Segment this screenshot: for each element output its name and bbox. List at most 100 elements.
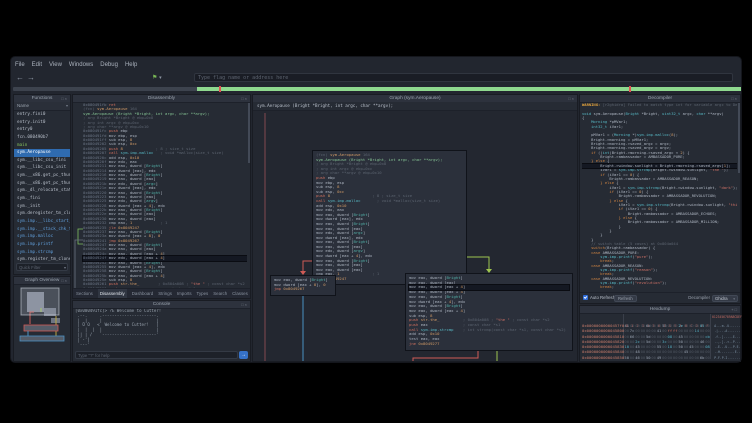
- code-line[interactable]: jne 0x8049277: [409, 342, 569, 347]
- close-icon[interactable]: ×: [65, 96, 68, 101]
- decompiler-code[interactable]: WARNING: [r2ghidra] Failed to match type…: [582, 103, 737, 295]
- function-list-item[interactable]: entry0: [14, 126, 70, 134]
- code-line[interactable]: void sym.Aeropause(Bright *Bright, uint3…: [582, 112, 737, 116]
- functions-list: entry.fini0entry.init0entry0fcn.080490b7…: [14, 111, 70, 264]
- tab-types[interactable]: Types: [197, 289, 209, 298]
- seekbar-section: [197, 87, 741, 91]
- forward-arrow-icon[interactable]: →: [26, 73, 36, 83]
- disassembly-scrollbar[interactable]: [248, 103, 250, 163]
- graph-panel: Graph (sym.Aeropause) □× sym.Aeropause (…: [252, 94, 578, 362]
- functions-name-header[interactable]: Name▾: [14, 102, 70, 111]
- hexdump-panel-title: Hexdump: [580, 306, 740, 314]
- chevron-down-icon: ▾: [159, 75, 162, 81]
- functions-panel: Functions □× Name▾ entry.fini0entry.init…: [13, 94, 71, 275]
- function-list-item[interactable]: sym.__libc_csu_init: [14, 164, 70, 172]
- flag-dropdown[interactable]: ⚑ ▾: [152, 74, 162, 81]
- console-output: [0x080491fc]> ?E Welcome to Cutter! .--.…: [75, 309, 248, 352]
- tab-search[interactable]: Search: [213, 289, 227, 298]
- decompiler-panel-title: Decompiler: [580, 95, 740, 103]
- refresh-button[interactable]: Refresh: [614, 295, 637, 302]
- chevron-down-icon: ▾: [733, 296, 735, 302]
- minimap-svg: [14, 284, 70, 361]
- graph-overview-minimap[interactable]: [14, 284, 70, 361]
- graph-node-right[interactable]: mov eax, dword [Bright]mov eax, dword [e…: [405, 273, 573, 351]
- seekbar-marker: [219, 86, 221, 92]
- function-list-item[interactable]: sym.__libc_csu_fini: [14, 157, 70, 165]
- function-list-item[interactable]: sym.Aeropause: [14, 149, 70, 157]
- hex-row[interactable]: 0x00000000000458400000480000000000000000…: [580, 346, 740, 351]
- hex-row[interactable]: 0x0000000000045800007c000000004100ffff00…: [580, 325, 740, 330]
- decompiler-engine-label: Decompiler: [688, 293, 710, 303]
- function-list-item[interactable]: sym.imp.__stack_chk_fail: [14, 226, 70, 234]
- menu-item-file[interactable]: File: [15, 60, 25, 70]
- menu-item-windows[interactable]: Windows: [69, 60, 93, 70]
- auto-refresh-checkbox[interactable]: [583, 295, 588, 300]
- filter-icon: ▾: [64, 265, 66, 270]
- menubar: File Edit View Windows Debug Help: [15, 60, 137, 70]
- decompiler-engine-select[interactable]: Ghidra▾: [712, 295, 738, 302]
- console-panel-title: Console: [73, 301, 250, 309]
- graph-overview-panel: Graph Overview □×: [13, 276, 71, 362]
- tab-strings[interactable]: Strings: [158, 289, 172, 298]
- function-list-item[interactable]: fcn.080490b7: [14, 134, 70, 142]
- tab-disassembly[interactable]: Disassembly: [98, 289, 127, 298]
- function-list-item[interactable]: main: [14, 142, 70, 150]
- hexdump-panel: Hexdump +□ 0123456789ABCDEF 0123456789AB…: [579, 305, 741, 362]
- omnibox-search-input[interactable]: [194, 73, 733, 82]
- seekbar[interactable]: [13, 87, 741, 91]
- hex-row[interactable]: 0x00000000000458505000460050004900000000…: [580, 352, 740, 357]
- graph-canvas[interactable]: (fcn) sym.Aeropause 164sym.Aeropause (Br…: [253, 111, 577, 361]
- function-list-item[interactable]: sym.imp.__libc_start_main: [14, 218, 70, 226]
- decompiler-scrollbar[interactable]: [738, 103, 740, 173]
- seekbar-marker: [629, 86, 631, 92]
- flag-icon: ⚑: [152, 75, 157, 81]
- decompiler-controls: Auto Refresh Refresh Decompiler Ghidra▾: [580, 292, 740, 303]
- tab-dashboard[interactable]: Dashboard: [132, 289, 153, 298]
- quick-filter-input[interactable]: [16, 263, 68, 271]
- disassembly-panel: Disassembly □× 0x080491fb ret(fcn) sym.A…: [72, 94, 251, 299]
- function-list-item[interactable]: sym.__x86.get_pc_thunk.bp: [14, 172, 70, 180]
- auto-refresh-label: Auto Refresh: [590, 293, 615, 303]
- function-list-item[interactable]: sym.imp.malloc: [14, 233, 70, 241]
- function-list-item[interactable]: sym._init: [14, 203, 70, 211]
- function-list-item[interactable]: sym.deregister_tm_clones: [14, 210, 70, 218]
- tab-classes[interactable]: Classes: [232, 289, 248, 298]
- close-icon[interactable]: ×: [572, 96, 575, 101]
- menu-item-debug[interactable]: Debug: [100, 60, 118, 70]
- function-list-item[interactable]: sym.imp.strcmp: [14, 249, 70, 257]
- close-icon[interactable]: ×: [245, 302, 248, 307]
- menu-item-help[interactable]: Help: [125, 60, 137, 70]
- graph-node-left[interactable]: mov eax, dword [Bright]mov dword [eax + …: [270, 275, 336, 296]
- hexdump-rows[interactable]: 0x00000000000457f0410000006d00005500002e…: [580, 320, 740, 359]
- function-list-item[interactable]: sym.__x86.get_pc_thunk.bx: [14, 180, 70, 188]
- tab-sections[interactable]: Sections: [76, 289, 93, 298]
- disassembly-listing[interactable]: 0x080491fb ret(fcn) sym.Aeropause 164sym…: [73, 103, 247, 291]
- console-send-button[interactable]: →: [239, 351, 248, 359]
- menu-item-edit[interactable]: Edit: [32, 60, 42, 70]
- console-input[interactable]: [75, 351, 238, 359]
- function-list-item[interactable]: sym._fini: [14, 195, 70, 203]
- tab-imports[interactable]: Imports: [177, 289, 192, 298]
- graph-function-signature: sym.Aeropause (Bright *Bright, int argc,…: [253, 102, 577, 111]
- function-list-item[interactable]: sym.imp.printf: [14, 241, 70, 249]
- function-list-item[interactable]: entry.fini0: [14, 111, 70, 119]
- close-icon[interactable]: ×: [65, 278, 68, 283]
- code-line[interactable]: WARNING: [r2ghidra] Failed to match type…: [582, 103, 737, 107]
- decompiler-panel: Decompiler □× WARNING: [r2ghidra] Failed…: [579, 94, 741, 304]
- close-icon[interactable]: ×: [245, 96, 248, 101]
- function-list-item[interactable]: entry.init0: [14, 119, 70, 127]
- disassembly-panel-title: Disassembly: [73, 95, 250, 103]
- console-line: `---': [75, 343, 248, 348]
- undock-icon[interactable]: □: [735, 307, 738, 312]
- back-arrow-icon[interactable]: ←: [15, 73, 25, 83]
- graph-node-entry[interactable]: (fcn) sym.Aeropause 164sym.Aeropause (Br…: [312, 150, 467, 285]
- close-icon[interactable]: ×: [735, 96, 738, 101]
- dock-tabs: Sections Disassembly Dashboard Strings Impor…: [73, 288, 250, 298]
- send-arrow-icon: →: [241, 352, 246, 358]
- cutter-main-window: File Edit View Windows Debug Help ← → ⚑ ▾ Fun…: [10, 56, 742, 363]
- code-line[interactable]: jmp 0x8049267: [274, 287, 332, 292]
- function-list-item[interactable]: sym._dl_relocate_static_pie: [14, 187, 70, 195]
- toolbar: ← → ⚑ ▾: [11, 72, 741, 85]
- menu-item-view[interactable]: View: [49, 60, 62, 70]
- code-line[interactable]: break;: [582, 285, 737, 289]
